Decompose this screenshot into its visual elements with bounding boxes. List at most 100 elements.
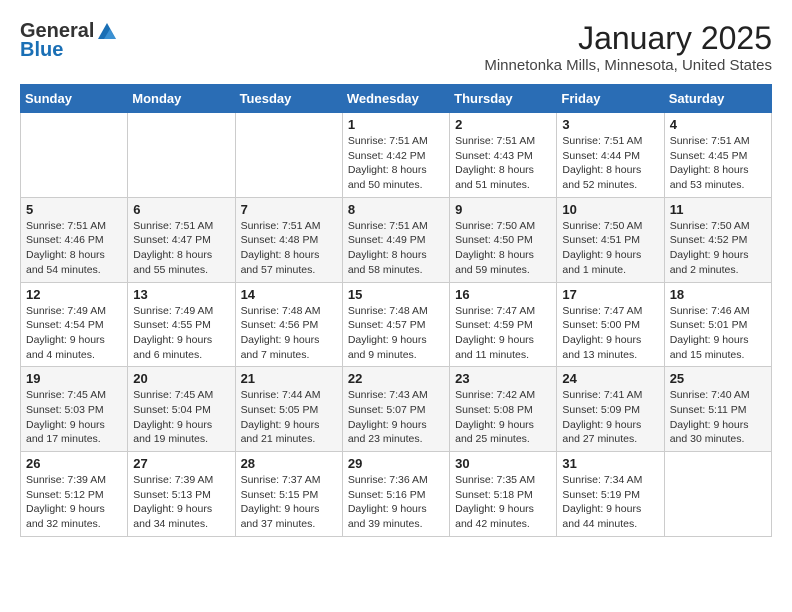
calendar-header-row: SundayMondayTuesdayWednesdayThursdayFrid… [21, 85, 772, 113]
calendar-cell: 22 Sunrise: 7:43 AMSunset: 5:07 PMDayligh… [342, 367, 449, 452]
calendar-cell: 26Sunrise: 7:39 AMSunset: 5:12 PMDayligh… [21, 452, 128, 537]
calendar-cell: 4 Sunrise: 7:51 AMSunset: 4:45 PMDaylight… [664, 113, 771, 198]
calendar-week-row: 1 Sunrise: 7:51 AMSunset: 4:42 PMDaylight… [21, 113, 772, 198]
day-number: 12 [26, 287, 122, 302]
weekday-header: Saturday [664, 85, 771, 113]
weekday-header: Wednesday [342, 85, 449, 113]
calendar-cell: 10Sunrise: 7:50 AMSunset: 4:51 PMDayligh… [557, 197, 664, 282]
day-number: 22 [348, 371, 444, 386]
calendar-cell: 7 Sunrise: 7:51 AMSunset: 4:48 PMDaylight… [235, 197, 342, 282]
calendar-cell: 28 Sunrise: 7:37 AMSunset: 5:15 PMDayligh… [235, 452, 342, 537]
day-info: Sunrise: 7:36 AMSunset: 5:16 PMDaylight:… [348, 473, 444, 532]
calendar-cell: 29 Sunrise: 7:36 AMSunset: 5:16 PMDayligh… [342, 452, 449, 537]
day-number: 27 [133, 456, 229, 471]
calendar-week-row: 12 Sunrise: 7:49 AMSunset: 4:54 PMDayligh… [21, 282, 772, 367]
calendar-week-row: 26Sunrise: 7:39 AMSunset: 5:12 PMDayligh… [21, 452, 772, 537]
calendar-cell [235, 113, 342, 198]
day-info: Sunrise: 7:35 AMSunset: 5:18 PMDaylight:… [455, 473, 551, 532]
calendar-cell: 20Sunrise: 7:45 AMSunset: 5:04 PMDayligh… [128, 367, 235, 452]
calendar-cell: 9Sunrise: 7:50 AMSunset: 4:50 PMDaylight… [450, 197, 557, 282]
logo-icon [96, 21, 118, 43]
calendar-cell: 23 Sunrise: 7:42 AMSunset: 5:08 PMDayligh… [450, 367, 557, 452]
day-info: Sunrise: 7:47 AMSunset: 5:00 PMDaylight:… [562, 304, 658, 363]
calendar-cell: 5 Sunrise: 7:51 AMSunset: 4:46 PMDaylight… [21, 197, 128, 282]
day-info: Sunrise: 7:48 AMSunset: 4:57 PMDaylight:… [348, 304, 444, 363]
day-number: 25 [670, 371, 766, 386]
day-number: 14 [241, 287, 337, 302]
day-number: 10 [562, 202, 658, 217]
day-info: Sunrise: 7:41 AMSunset: 5:09 PMDaylight:… [562, 388, 658, 447]
day-info: Sunrise: 7:51 AMSunset: 4:46 PMDaylight:… [26, 219, 122, 278]
day-info: Sunrise: 7:39 AMSunset: 5:12 PMDaylight:… [26, 473, 122, 532]
day-info: Sunrise: 7:42 AMSunset: 5:08 PMDaylight:… [455, 388, 551, 447]
day-info: Sunrise: 7:37 AMSunset: 5:15 PMDaylight:… [241, 473, 337, 532]
day-number: 6 [133, 202, 229, 217]
day-number: 7 [241, 202, 337, 217]
day-info: Sunrise: 7:51 AMSunset: 4:44 PMDaylight:… [562, 134, 658, 193]
title-block: January 2025 Minnetonka Mills, Minnesota… [484, 20, 772, 74]
day-number: 23 [455, 371, 551, 386]
day-number: 18 [670, 287, 766, 302]
day-info: Sunrise: 7:47 AMSunset: 4:59 PMDaylight:… [455, 304, 551, 363]
calendar-cell: 12 Sunrise: 7:49 AMSunset: 4:54 PMDayligh… [21, 282, 128, 367]
calendar-cell: 21 Sunrise: 7:44 AMSunset: 5:05 PMDayligh… [235, 367, 342, 452]
calendar-cell: 14Sunrise: 7:48 AMSunset: 4:56 PMDayligh… [235, 282, 342, 367]
calendar-week-row: 19Sunrise: 7:45 AMSunset: 5:03 PMDayligh… [21, 367, 772, 452]
day-info: Sunrise: 7:43 AMSunset: 5:07 PMDaylight:… [348, 388, 444, 447]
location-text: Minnetonka Mills, Minnesota, United Stat… [484, 57, 772, 74]
calendar-cell: 18 Sunrise: 7:46 AMSunset: 5:01 PMDayligh… [664, 282, 771, 367]
day-number: 29 [348, 456, 444, 471]
calendar-cell: 24Sunrise: 7:41 AMSunset: 5:09 PMDayligh… [557, 367, 664, 452]
day-info: Sunrise: 7:51 AMSunset: 4:45 PMDaylight:… [670, 134, 766, 193]
day-info: Sunrise: 7:46 AMSunset: 5:01 PMDaylight:… [670, 304, 766, 363]
day-number: 31 [562, 456, 658, 471]
weekday-header: Thursday [450, 85, 557, 113]
weekday-header: Tuesday [235, 85, 342, 113]
day-info: Sunrise: 7:50 AMSunset: 4:52 PMDaylight:… [670, 219, 766, 278]
day-number: 30 [455, 456, 551, 471]
day-number: 20 [133, 371, 229, 386]
calendar-cell: 25 Sunrise: 7:40 AMSunset: 5:11 PMDayligh… [664, 367, 771, 452]
day-number: 5 [26, 202, 122, 217]
day-number: 21 [241, 371, 337, 386]
day-info: Sunrise: 7:34 AMSunset: 5:19 PMDaylight:… [562, 473, 658, 532]
day-number: 4 [670, 117, 766, 132]
calendar-cell: 1 Sunrise: 7:51 AMSunset: 4:42 PMDaylight… [342, 113, 449, 198]
page-header: General Blue January 2025 Minnetonka Mil… [20, 20, 772, 74]
calendar-table: SundayMondayTuesdayWednesdayThursdayFrid… [20, 84, 772, 537]
day-info: Sunrise: 7:51 AMSunset: 4:49 PMDaylight:… [348, 219, 444, 278]
calendar-cell: 6 Sunrise: 7:51 AMSunset: 4:47 PMDaylight… [128, 197, 235, 282]
day-info: Sunrise: 7:51 AMSunset: 4:48 PMDaylight:… [241, 219, 337, 278]
calendar-cell: 31 Sunrise: 7:34 AMSunset: 5:19 PMDayligh… [557, 452, 664, 537]
day-info: Sunrise: 7:49 AMSunset: 4:54 PMDaylight:… [26, 304, 122, 363]
calendar-cell: 3 Sunrise: 7:51 AMSunset: 4:44 PMDaylight… [557, 113, 664, 198]
calendar-cell: 27Sunrise: 7:39 AMSunset: 5:13 PMDayligh… [128, 452, 235, 537]
day-number: 3 [562, 117, 658, 132]
calendar-cell: 17 Sunrise: 7:47 AMSunset: 5:00 PMDayligh… [557, 282, 664, 367]
day-number: 11 [670, 202, 766, 217]
day-info: Sunrise: 7:40 AMSunset: 5:11 PMDaylight:… [670, 388, 766, 447]
day-number: 17 [562, 287, 658, 302]
day-number: 13 [133, 287, 229, 302]
day-number: 1 [348, 117, 444, 132]
month-title: January 2025 [484, 20, 772, 57]
day-number: 16 [455, 287, 551, 302]
logo: General Blue [20, 20, 118, 62]
calendar-cell [128, 113, 235, 198]
day-info: Sunrise: 7:51 AMSunset: 4:42 PMDaylight:… [348, 134, 444, 193]
logo-blue-text: Blue [20, 39, 63, 62]
day-number: 28 [241, 456, 337, 471]
day-info: Sunrise: 7:51 AMSunset: 4:43 PMDaylight:… [455, 134, 551, 193]
calendar-cell: 13 Sunrise: 7:49 AMSunset: 4:55 PMDayligh… [128, 282, 235, 367]
day-info: Sunrise: 7:44 AMSunset: 5:05 PMDaylight:… [241, 388, 337, 447]
weekday-header: Friday [557, 85, 664, 113]
calendar-cell: 8Sunrise: 7:51 AMSunset: 4:49 PMDaylight… [342, 197, 449, 282]
calendar-cell [21, 113, 128, 198]
day-info: Sunrise: 7:45 AMSunset: 5:03 PMDaylight:… [26, 388, 122, 447]
day-number: 9 [455, 202, 551, 217]
calendar-cell: 16 Sunrise: 7:47 AMSunset: 4:59 PMDayligh… [450, 282, 557, 367]
calendar-cell: 11 Sunrise: 7:50 AMSunset: 4:52 PMDayligh… [664, 197, 771, 282]
calendar-cell: 2Sunrise: 7:51 AMSunset: 4:43 PMDaylight… [450, 113, 557, 198]
day-info: Sunrise: 7:51 AMSunset: 4:47 PMDaylight:… [133, 219, 229, 278]
day-info: Sunrise: 7:49 AMSunset: 4:55 PMDaylight:… [133, 304, 229, 363]
